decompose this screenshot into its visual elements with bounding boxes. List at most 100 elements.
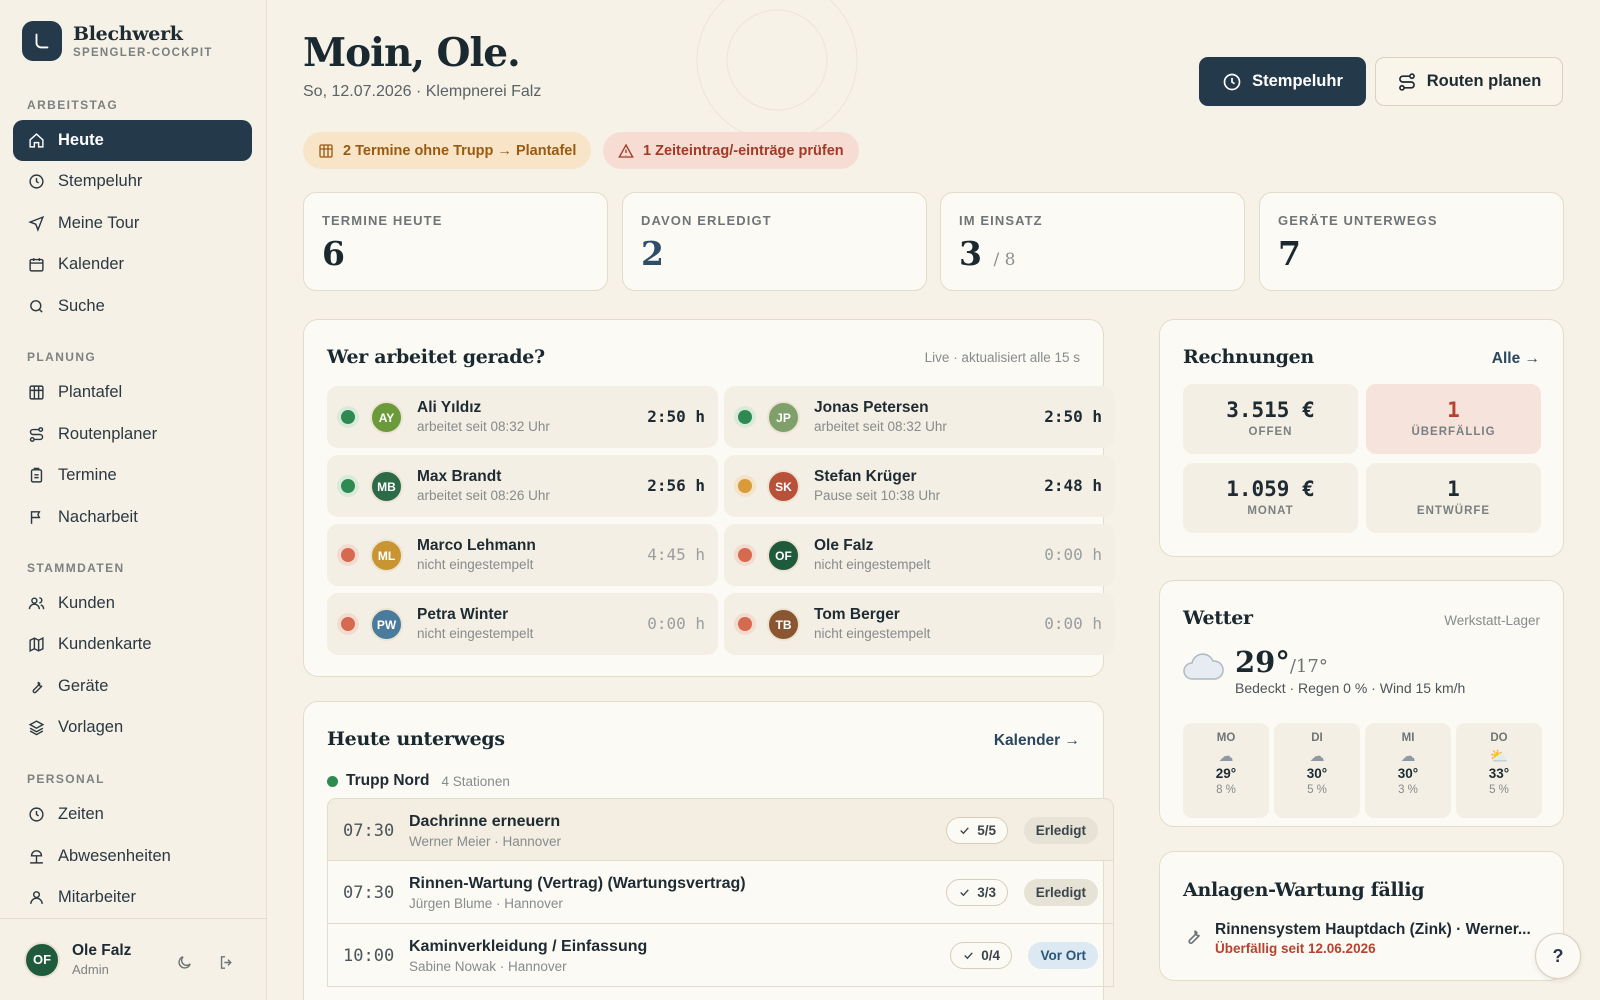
appointment-customer: Jürgen Blume · Hannover (409, 896, 563, 911)
worker-hours: 2:56 h (647, 476, 705, 495)
card-title: Wetter (1183, 607, 1253, 629)
wrench-icon (32, 681, 43, 694)
worker-status: nicht eingestempelt (814, 557, 931, 572)
worker-name: Tom Berger (814, 606, 900, 623)
page-subtitle: So, 12.07.2026 · Klempnerei Falz (303, 83, 542, 100)
worker-card[interactable]: TB Tom Berger nicht eingestempelt 0:00 h (724, 593, 1115, 655)
invoice-open[interactable]: 3.515 € OFFEN (1183, 384, 1358, 454)
stat-im-einsatz[interactable]: IM EINSATZ 3 / 8 (940, 192, 1245, 291)
appointment-row[interactable]: 07:30 Dachrinne erneuern Werner Meier · Ha… (327, 798, 1114, 861)
sidebar-item-kundenkarte[interactable]: Kundenkarte (13, 624, 252, 665)
logout-icon[interactable] (218, 954, 235, 971)
sidebar-item-termine[interactable]: Termine (13, 455, 252, 496)
team-header[interactable]: Trupp Nord 4 Stationen (327, 772, 510, 790)
stat-suffix: / 8 (993, 250, 1016, 270)
sidebar-item-meine-tour[interactable]: Meine Tour (13, 203, 252, 244)
clipboard-icon (30, 467, 43, 483)
sidebar-item-mitarbeiter[interactable]: Mitarbeiter (13, 877, 252, 918)
worker-card[interactable]: OF Ole Falz nicht eingestempelt 0:00 h (724, 524, 1115, 586)
worker-name: Stefan Krüger (814, 468, 917, 485)
stat-davon-erledigt[interactable]: DAVON ERLEDIGT 2 (622, 192, 927, 291)
sidebar-item-heute[interactable]: Heute (13, 120, 252, 161)
forecast-day: DO ⛅ 33° 5 % (1456, 723, 1542, 818)
worker-name: Jonas Petersen (814, 399, 929, 416)
help-button[interactable]: ? (1535, 933, 1581, 979)
status-dot (341, 479, 355, 493)
sidebar-item-label: Zeiten (58, 805, 104, 823)
worker-hours: 0:00 h (1044, 614, 1102, 633)
invoice-value: 1 (1447, 477, 1460, 501)
worker-card[interactable]: PW Petra Winter nicht eingestempelt 0:00 h (327, 593, 718, 655)
sidebar-item-kalender[interactable]: Kalender (13, 244, 252, 285)
check-icon (964, 952, 974, 960)
invoice-overdue[interactable]: 1 ÜBERFÄLLIG (1366, 384, 1541, 454)
sidebar-item-zeiten[interactable]: Zeiten (13, 794, 252, 835)
calendar-link[interactable]: Kalender → (994, 732, 1080, 750)
worker-hours: 2:50 h (1044, 407, 1102, 426)
sidebar-item-kunden[interactable]: Kunden (13, 583, 252, 624)
forecast-day-label: DI (1311, 732, 1323, 744)
unassigned-alert[interactable]: 2 Termine ohne Trupp → Plantafel (303, 132, 592, 169)
worker-card[interactable]: JP Jonas Petersen arbeitet seit 08:32 Uhr 2… (724, 386, 1115, 448)
checklist-count-label: 0/4 (981, 948, 1000, 963)
maintenance-due: Überfällig seit 12.06.2026 (1215, 941, 1376, 956)
invoice-month[interactable]: 1.059 € MONAT (1183, 463, 1358, 533)
invoice-drafts[interactable]: 1 ENTWÜRFE (1366, 463, 1541, 533)
moon-icon[interactable] (176, 954, 193, 971)
sidebar-item-label: Meine Tour (58, 214, 140, 232)
invoice-label: MONAT (1247, 505, 1294, 517)
forecast-rain: 8 % (1216, 784, 1236, 796)
appointment-title: Kaminverkleidung / Einfassung (409, 938, 648, 955)
worker-card[interactable]: SK Stefan Krüger Pause seit 10:38 Uhr 2:48 … (724, 455, 1115, 517)
weather-location: Werkstatt-Lager (1444, 613, 1540, 628)
worker-card[interactable]: ML Marco Lehmann nicht eingestempelt 4:45 h (327, 524, 718, 586)
checklist-count[interactable]: 3/3 (946, 879, 1008, 906)
worker-card[interactable]: MB Max Brandt arbeitet seit 08:26 Uhr 2:56 … (327, 455, 718, 517)
route-icon (29, 427, 44, 442)
sidebar-item-vorlagen[interactable]: Vorlagen (13, 707, 252, 748)
avatar: SK (767, 470, 800, 503)
page-title: Moin, Ole. (303, 30, 521, 76)
sidebar-item-suche[interactable]: Suche (13, 286, 252, 327)
appointment-row[interactable]: 10:00 Kaminverkleidung / Einfassung Sabine… (327, 924, 1114, 987)
sidebar-item-plantafel[interactable]: Plantafel (13, 372, 252, 413)
brand[interactable]: Blechwerk SPENGLER-COCKPIT (22, 21, 213, 61)
stat-value: 3 (959, 234, 982, 273)
maintenance-item[interactable]: Rinnensystem Hauptdach (Zink) · Werner..… (1215, 921, 1531, 939)
checklist-count[interactable]: 0/4 (950, 942, 1012, 969)
sidebar-item-label: Kunden (58, 594, 115, 612)
worker-card[interactable]: AY Ali Yıldız arbeitet seit 08:32 Uhr 2:50 … (327, 386, 718, 448)
sidebar-item-stempeluhr[interactable]: Stempeluhr (13, 161, 252, 202)
avatar: OF (767, 539, 800, 572)
button-label: Routen planen (1426, 72, 1542, 90)
checklist-count[interactable]: 5/5 (946, 817, 1008, 844)
stat-termine-heute[interactable]: TERMINE HEUTE 6 (303, 192, 608, 291)
stat-label: IM EINSATZ (959, 213, 1043, 228)
sidebar-item-nacharbeit[interactable]: Nacharbeit (13, 497, 252, 538)
card-title: Rechnungen (1183, 346, 1314, 368)
sidebar-item-geraete[interactable]: Geräte (13, 666, 252, 707)
time-check-alert[interactable]: 1 Zeiteintrag/-einträge prüfen (603, 132, 859, 169)
background-rings (696, 0, 858, 141)
sidebar-item-abwesenheiten[interactable]: Abwesenheiten (13, 836, 252, 877)
section-label: ARBEITSTAG (27, 98, 119, 112)
stempeluhr-button[interactable]: Stempeluhr (1199, 57, 1366, 106)
invoices-all-link[interactable]: Alle → (1492, 350, 1540, 368)
section-label: PLANUNG (27, 350, 97, 364)
grid-board-icon (29, 385, 44, 400)
sidebar-item-routenplaner[interactable]: Routenplaner (13, 414, 252, 455)
user-profile[interactable]: OF Ole Falz Admin (0, 918, 267, 1000)
alert-label: 2 Termine ohne Trupp → Plantafel (343, 142, 577, 159)
navigation-icon (28, 215, 45, 232)
user-role: Admin (72, 962, 109, 977)
sidebar: Blechwerk SPENGLER-COCKPIT ARBEITSTAG He… (0, 0, 267, 1000)
maintenance-card: Anlagen-Wartung fällig Rinnensystem Haup… (1159, 851, 1564, 981)
sidebar-item-label: Heute (58, 131, 104, 149)
search-icon (30, 300, 43, 313)
appointment-row[interactable]: 07:30 Rinnen-Wartung (Vertrag) (Wartungsv… (327, 861, 1114, 924)
worker-status: arbeitet seit 08:32 Uhr (417, 419, 550, 434)
beach-icon (30, 850, 43, 864)
routen-planen-button[interactable]: Routen planen (1375, 57, 1563, 106)
stat-geraete-unterwegs[interactable]: GERÄTE UNTERWEGS 7 (1259, 192, 1564, 291)
status-dot (738, 479, 752, 493)
